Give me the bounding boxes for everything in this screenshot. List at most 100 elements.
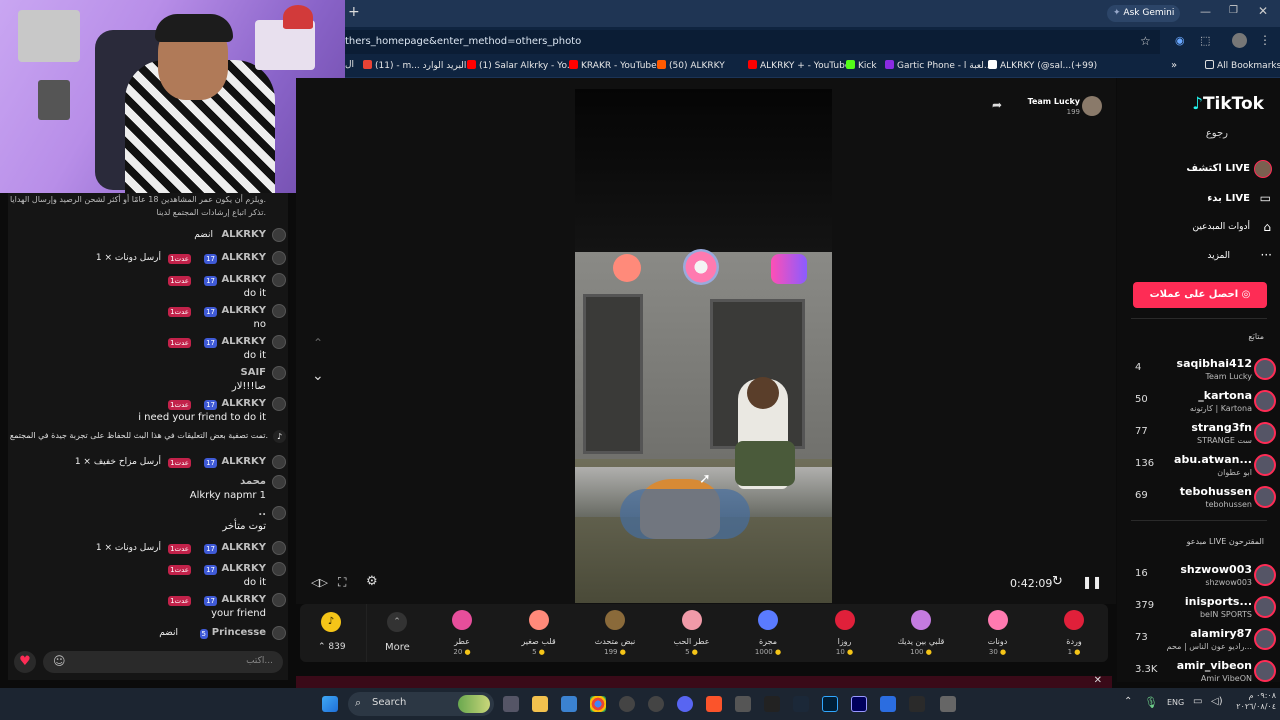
gift-item[interactable]: دونات 30 ● [969,604,1027,662]
user-avatar[interactable] [272,251,286,265]
bookmark-star-icon[interactable]: ☆ [1140,34,1151,48]
back-link[interactable]: رجوع [1206,128,1228,139]
live-creator-row[interactable]: 77 strang3fn STRANGE ست [1117,420,1280,450]
user-avatar[interactable] [272,455,286,469]
start-live-item[interactable]: بدء LIVE ▭ [1117,190,1280,210]
heart-button[interactable]: ♥ [14,651,36,673]
file-explorer-icon[interactable] [532,696,548,712]
ask-gemini-button[interactable]: ✦ Ask Gemini [1107,5,1181,22]
obs-icon[interactable] [619,696,635,712]
chat-username[interactable]: محمد [240,476,266,487]
pause-icon[interactable]: ❚❚ [1082,575,1102,589]
explore-live-item[interactable]: اكتشف LIVE [1117,160,1280,180]
user-avatar[interactable] [272,475,286,489]
chat-username[interactable]: ALKRKY [221,252,266,263]
gift-item[interactable]: قلبي بين يديك 100 ● [892,604,950,662]
share-icon[interactable]: ➦ [992,98,1002,112]
close-icon[interactable]: ✕ [1094,675,1102,686]
chat-username[interactable]: ALKRKY [221,542,266,553]
user-avatar[interactable] [272,593,286,607]
chat-username[interactable]: ALKRKY [221,594,266,605]
brave-icon[interactable] [706,696,722,712]
audio-icon[interactable]: ◉ [1175,34,1185,47]
app-icon[interactable] [880,696,896,712]
chat-username[interactable]: Princesse [212,627,266,638]
task-view-icon[interactable] [503,696,519,712]
more-menu-item[interactable]: المزيد ··· [1117,248,1280,268]
live-creator-row[interactable]: 16 shzwow003 shzwow003 [1117,562,1280,592]
bookmark-item[interactable]: ال [345,60,354,70]
language-indicator[interactable]: ENG [1167,698,1184,707]
user-avatar[interactable] [272,304,286,318]
live-creator-row[interactable]: 4 saqibhai412 Team Lucky [1117,356,1280,386]
bookmark-item[interactable]: (1) Salar Alkrky - Yo... [467,60,575,71]
user-avatar[interactable] [272,626,286,640]
gift-item[interactable]: قلب صغير 5 ● [510,604,568,662]
url-field[interactable]: thers_homepage&enter_method=others_photo… [345,30,1160,54]
chevron-up-icon[interactable]: ⌃ [313,336,323,350]
chat-username[interactable]: ALKRKY [221,274,266,285]
bookmark-item[interactable]: (50) ALKRKY [657,60,725,71]
host-card[interactable]: Team Lucky 199 [1022,96,1104,120]
chrome-menu-icon[interactable]: ⋮ [1259,33,1271,47]
get-coins-button[interactable]: احصل على عملات ◎ [1133,282,1267,308]
restore-icon[interactable]: ❐ [1229,5,1238,16]
mic-icon[interactable]: 🎙︎ [1144,696,1158,709]
bookmark-item[interactable]: KRAKR - YouTube [569,60,657,71]
chrome-icon[interactable] [590,696,606,712]
more-gifts-button[interactable]: ⌃ More [366,604,426,662]
live-video[interactable]: ➚ [575,89,832,603]
volume-icon[interactable]: ◁) [1211,696,1223,707]
settings-icon[interactable]: ⚙ [366,574,378,589]
gift-item[interactable]: عطر الحب 5 ● [663,604,721,662]
live-creator-row[interactable]: 73 alamiry87 راديو عون الناس | محم... [1117,626,1280,656]
user-avatar[interactable] [272,562,286,576]
close-icon[interactable]: ✕ [1258,4,1268,18]
refresh-icon[interactable]: ↻ [1052,574,1063,589]
live-creator-row[interactable]: 50 _kartona كارتونه | Kartona [1117,388,1280,418]
photoshop-icon[interactable] [822,696,838,712]
tray-chevron-icon[interactable]: ⌃ [1124,696,1132,707]
chat-username[interactable]: ALKRKY [221,336,266,347]
more-bookmarks-icon[interactable]: » [1171,60,1177,71]
chevron-down-icon[interactable]: ⌄ [312,368,324,384]
bookmark-item[interactable]: (11) - m... البريد الوارد [363,60,466,71]
app-icon[interactable] [909,696,925,712]
bookmark-item[interactable]: ALKRKY + - YouTube [748,60,850,71]
bookmark-item[interactable]: Kick [846,60,877,71]
user-avatar[interactable] [272,335,286,349]
live-creator-row[interactable]: 3.3K amir_vibeon Amir VibeON [1117,658,1280,688]
store-icon[interactable] [561,696,577,712]
coin-balance[interactable]: ♪ ⌃ 839 [308,604,358,662]
chat-input[interactable]: ☺ اكتب... [43,651,283,673]
app-icon[interactable] [940,696,956,712]
gift-item[interactable]: وردة 1 ● [1045,604,1103,662]
chat-username[interactable]: ALKRKY [221,305,266,316]
user-avatar[interactable] [272,228,286,242]
volume-icon[interactable]: ◁▷ [311,576,328,589]
chat-username[interactable]: ALKRKY [221,563,266,574]
chat-username[interactable]: ALKRKY [221,398,266,409]
chat-username[interactable]: ALKRKY [221,229,266,240]
chat-username[interactable]: .. [258,507,266,518]
app-icon[interactable] [648,696,664,712]
chat-username[interactable]: ALKRKY [221,456,266,467]
minimize-icon[interactable]: — [1200,5,1211,18]
all-bookmarks[interactable]: All Bookmarks [1205,60,1280,71]
premiere-icon[interactable] [851,696,867,712]
clock[interactable]: ٠٩:٠٨ م ٢٠٢٦/٠٨/٠٤ [1226,691,1276,711]
tiktok-logo[interactable]: ♪TikTok [1192,94,1264,114]
user-avatar[interactable] [272,397,286,411]
user-avatar[interactable] [272,366,286,380]
live-creator-row[interactable]: 379 inisports... beIN SPORTS [1117,594,1280,624]
extensions-icon[interactable]: ⬚ [1200,34,1210,47]
capcut-icon[interactable] [764,696,780,712]
taskbar-search[interactable]: ⌕ Search [348,692,494,716]
chat-username[interactable]: SAIF [241,367,267,378]
gift-item[interactable]: نبض متحدث 199 ● [586,604,644,662]
user-avatar[interactable] [272,273,286,287]
live-creator-row[interactable]: 136 abu.atwan... ابو عطوان [1117,452,1280,482]
user-avatar[interactable] [272,541,286,555]
network-icon[interactable]: ▭ [1193,696,1202,707]
discord-icon[interactable] [677,696,693,712]
